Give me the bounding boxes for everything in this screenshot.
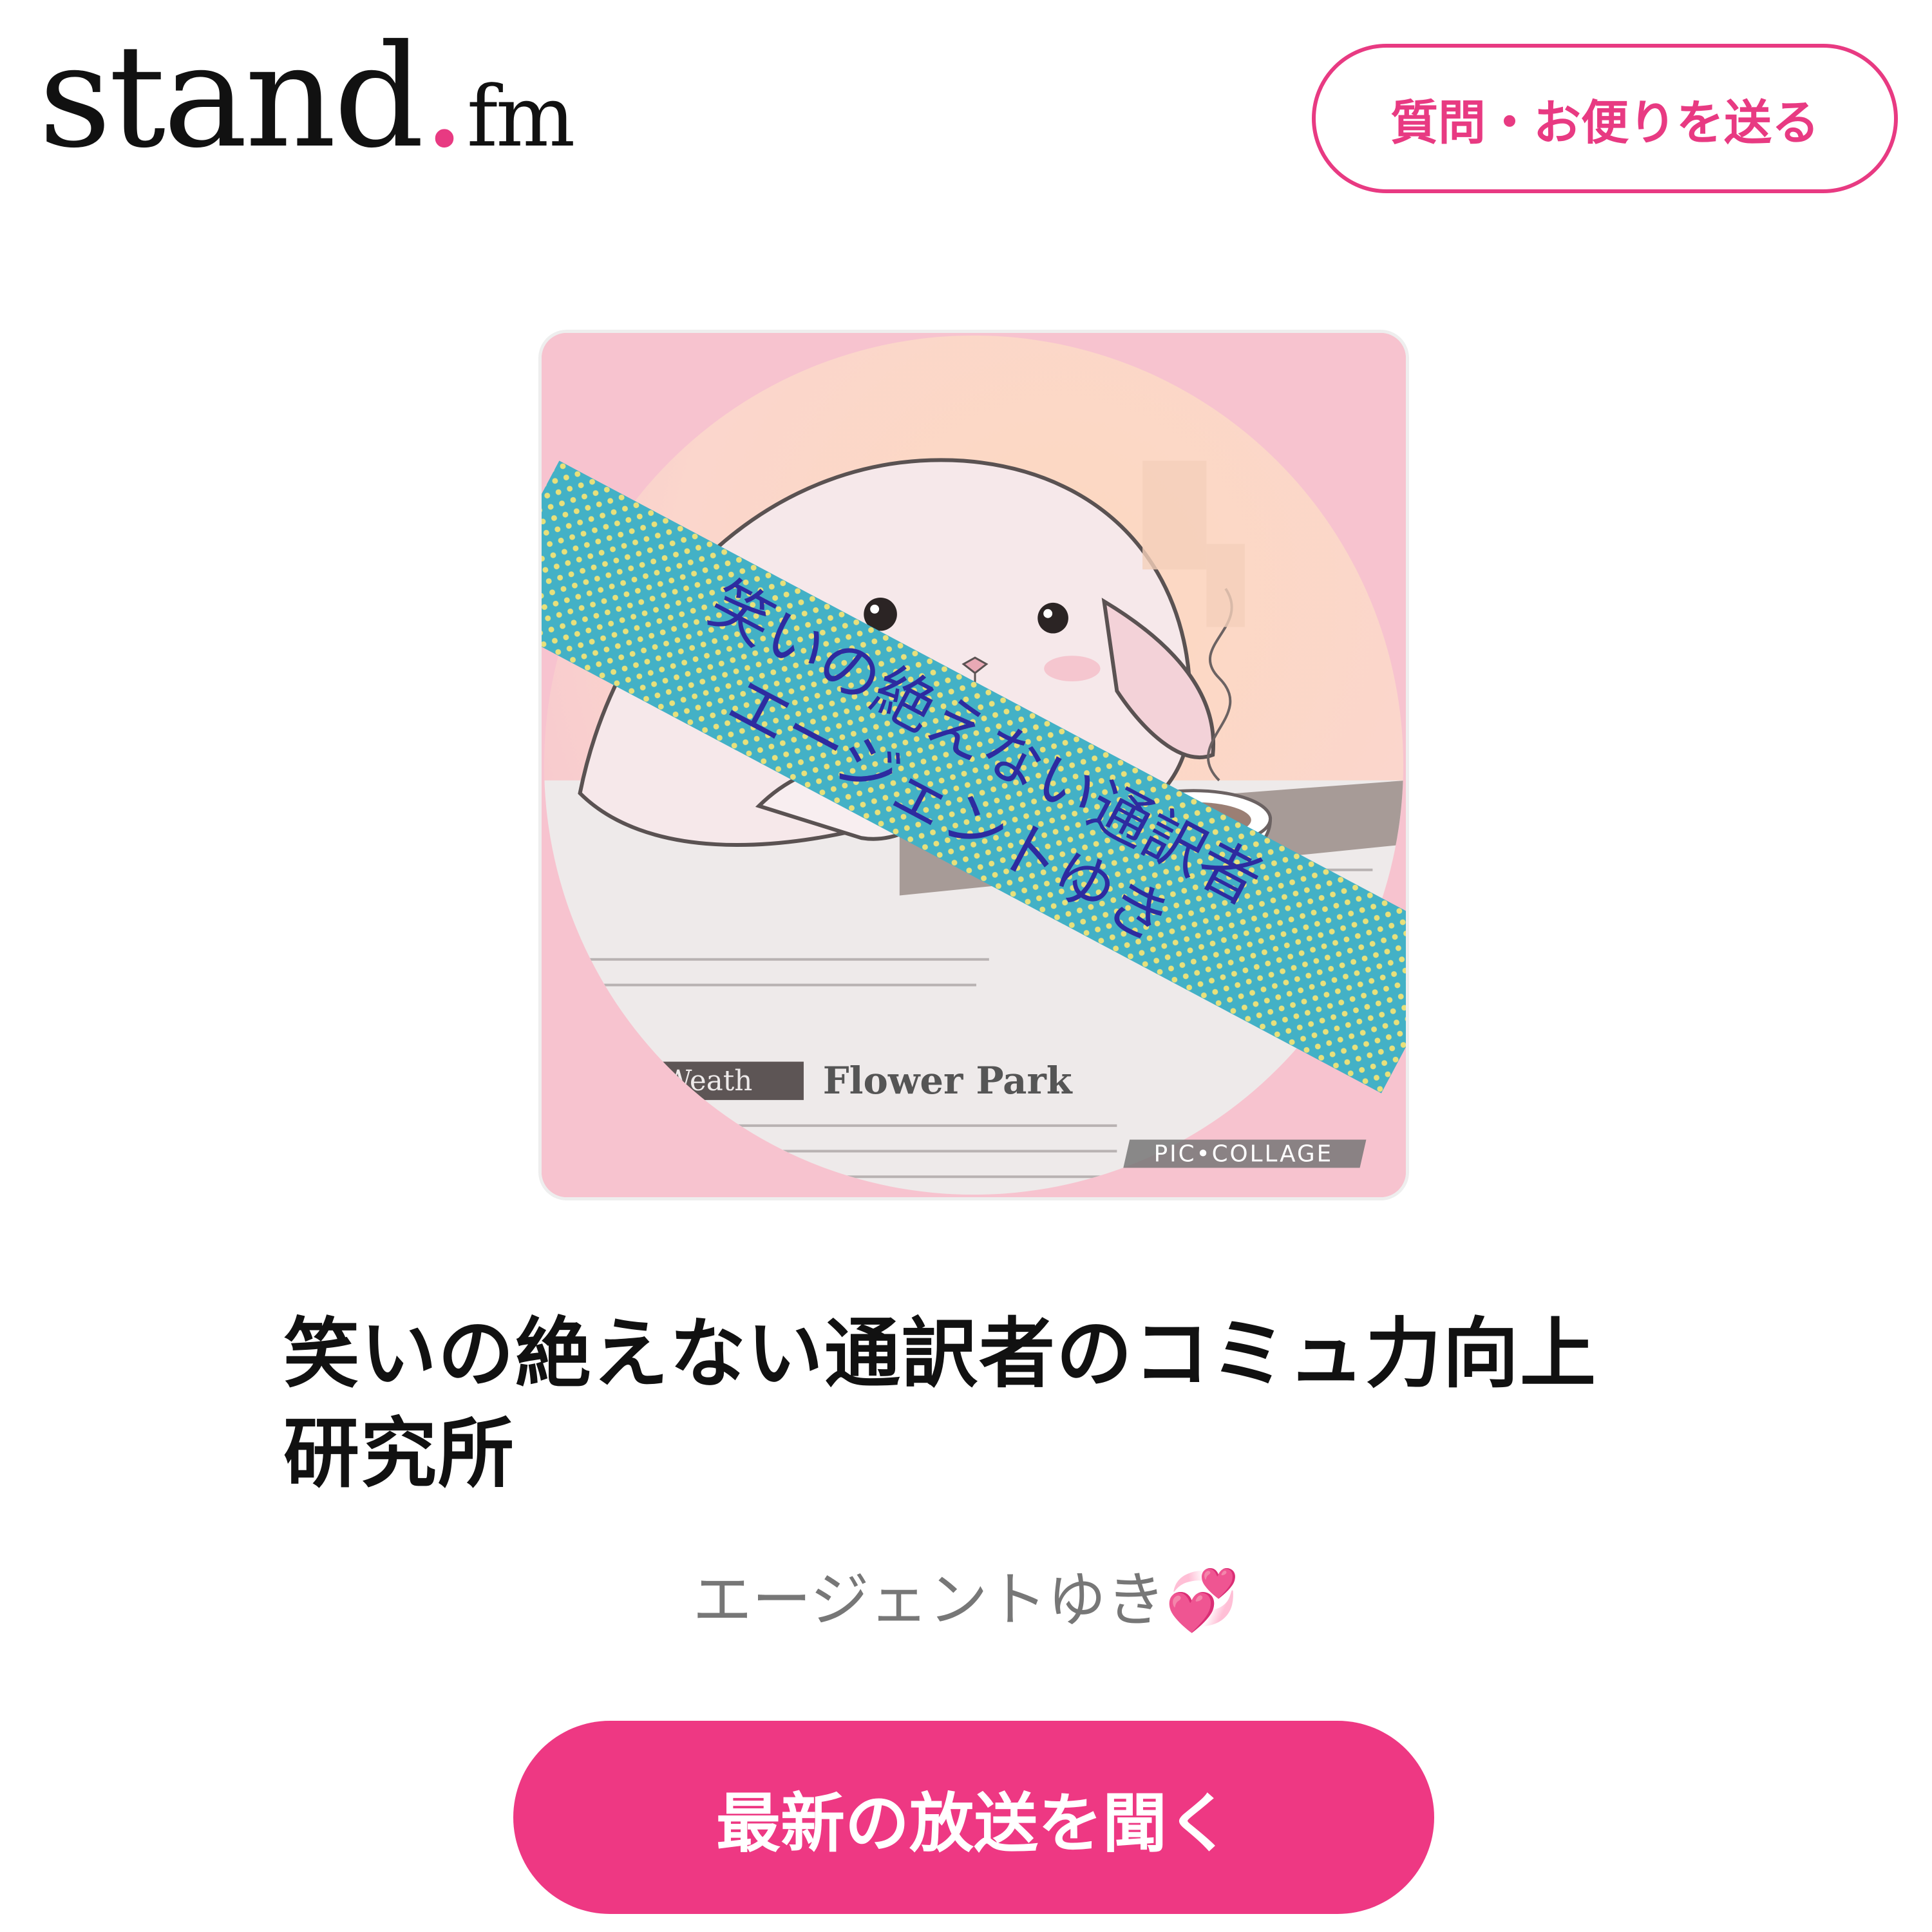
logo-text: stand	[39, 14, 424, 179]
stand-fm-logo[interactable]: stand. fm	[39, 14, 575, 193]
listen-latest-button[interactable]: 最新の放送を聞く	[513, 1721, 1434, 1914]
heart-emoji-icon: 💞	[1165, 1566, 1240, 1634]
cover-illustration: Weath Flower Park 笑いの絶えない通訳者 エージェントゆき PI…	[542, 333, 1406, 1197]
logo-dot: .	[422, 14, 467, 179]
send-letter-button[interactable]: 質問・お便りを送る	[1312, 44, 1898, 193]
pic-collage-watermark: PIC•COLLAGE	[1154, 1141, 1334, 1167]
channel-title: 笑いの絶えない通訳者のコミュ力向上 研究所	[283, 1304, 1649, 1504]
channel-cover-image: Weath Flower Park 笑いの絶えない通訳者 エージェントゆき PI…	[538, 330, 1409, 1200]
channel-title-line2: 研究所	[283, 1409, 516, 1498]
logo-suffix: fm	[466, 68, 575, 166]
newspaper-headline: Flower Park	[823, 1059, 1073, 1103]
channel-author[interactable]: エージェントゆき💞	[0, 1552, 1932, 1638]
channel-title-line1: 笑いの絶えない通訳者のコミュ力向上	[283, 1309, 1598, 1398]
author-name: エージェントゆき	[692, 1566, 1166, 1634]
